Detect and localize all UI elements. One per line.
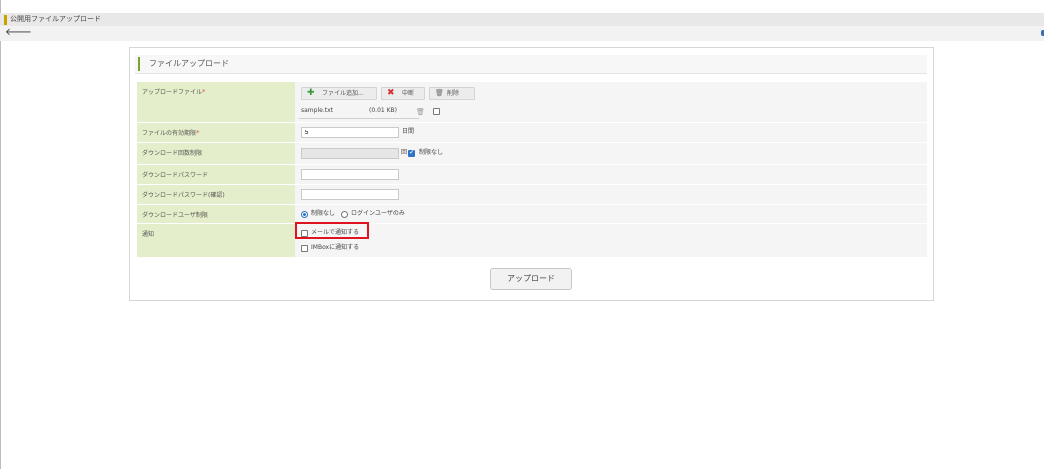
value-download-limit: 回 制限なし xyxy=(295,143,927,165)
unlimited-checkbox[interactable] xyxy=(408,148,415,157)
label-expiry: ファイルの有効期限* xyxy=(137,123,295,143)
highlight-box xyxy=(295,222,369,239)
row-download-password-confirm: ダウンロードパスワード(確認) xyxy=(137,184,927,205)
label-download-password: ダウンロードパスワード xyxy=(137,165,295,185)
cross-icon: ✖ xyxy=(387,88,395,98)
download-password-confirm-input[interactable] xyxy=(301,189,399,200)
file-trash-icon[interactable]: 🗑 xyxy=(416,107,425,117)
imbox-notify-label: IMBoxに通知する xyxy=(311,244,360,251)
panel-header-accent xyxy=(138,57,140,71)
row-download-user-limit: ダウンロードユーザ制限 制限なし ログインユーザのみ xyxy=(137,204,927,224)
value-download-password xyxy=(295,165,927,185)
file-size: (0.01 KB) xyxy=(369,107,397,114)
radio-login-only-label: ログインユーザのみ xyxy=(351,210,405,217)
unlimited-label: 制限なし xyxy=(419,149,444,156)
file-divider xyxy=(299,118,419,119)
file-name: sample.txt xyxy=(301,107,333,114)
add-file-button[interactable]: ✚ ファイル追加... xyxy=(301,87,377,100)
download-password-input[interactable] xyxy=(301,169,399,180)
row-notify: 通知 メールで通知する IMBoxに通知する xyxy=(137,223,927,257)
expiry-input[interactable] xyxy=(301,127,399,138)
row-expiry: ファイルの有効期限* 日間 xyxy=(137,122,927,143)
required-mark: * xyxy=(196,129,200,137)
label-download-user-limit: ダウンロードユーザ制限 xyxy=(137,205,295,224)
label-download-password-confirm: ダウンロードパスワード(確認) xyxy=(137,185,295,205)
delete-button[interactable]: 🗑 削除 xyxy=(429,87,475,100)
label-download-limit: ダウンロード回数制限 xyxy=(137,143,295,165)
row-upload-file: アップロードファイル* ✚ ファイル追加... ✖ 中断 🗑 削除 sample… xyxy=(137,82,927,122)
upload-button[interactable]: アップロード xyxy=(490,268,572,290)
value-download-user-limit: 制限なし ログインユーザのみ xyxy=(295,205,927,224)
radio-no-limit-label: 制限なし xyxy=(311,210,336,217)
label-notify: 通知 xyxy=(137,224,295,257)
required-mark: * xyxy=(202,88,206,96)
plus-icon: ✚ xyxy=(307,88,315,98)
label-upload-file: アップロードファイル* xyxy=(137,82,295,122)
row-download-password: ダウンロードパスワード xyxy=(137,164,927,185)
download-limit-unit: 回 xyxy=(401,149,408,156)
expiry-unit: 日間 xyxy=(402,128,415,135)
abort-button[interactable]: ✖ 中断 xyxy=(381,87,425,100)
radio-no-limit[interactable] xyxy=(301,211,308,218)
window-titlebar: 公開用ファイルアップロード xyxy=(0,13,1044,26)
download-limit-input[interactable] xyxy=(301,148,399,159)
navigation-bar: 🡐 xyxy=(0,26,1044,41)
panel-title: ファイルアップロード xyxy=(149,59,229,68)
value-upload-file: ✚ ファイル追加... ✖ 中断 🗑 削除 sample.txt (0.01 K… xyxy=(295,82,927,122)
value-notify: メールで通知する IMBoxに通知する xyxy=(295,224,927,257)
value-download-password-confirm xyxy=(295,185,927,205)
trash-icon: 🗑 xyxy=(435,89,444,97)
window-title: 公開用ファイルアップロード xyxy=(10,15,101,23)
file-select-checkbox[interactable] xyxy=(433,108,440,115)
value-expiry: 日間 xyxy=(295,123,927,143)
panel-header: ファイルアップロード xyxy=(135,55,927,74)
imbox-notify-checkbox[interactable] xyxy=(301,245,308,252)
title-marker-icon xyxy=(4,15,7,25)
radio-login-only[interactable] xyxy=(341,211,348,218)
row-download-limit: ダウンロード回数制限 回 制限なし xyxy=(137,142,927,165)
back-arrow-icon[interactable]: 🡐 xyxy=(5,27,32,39)
